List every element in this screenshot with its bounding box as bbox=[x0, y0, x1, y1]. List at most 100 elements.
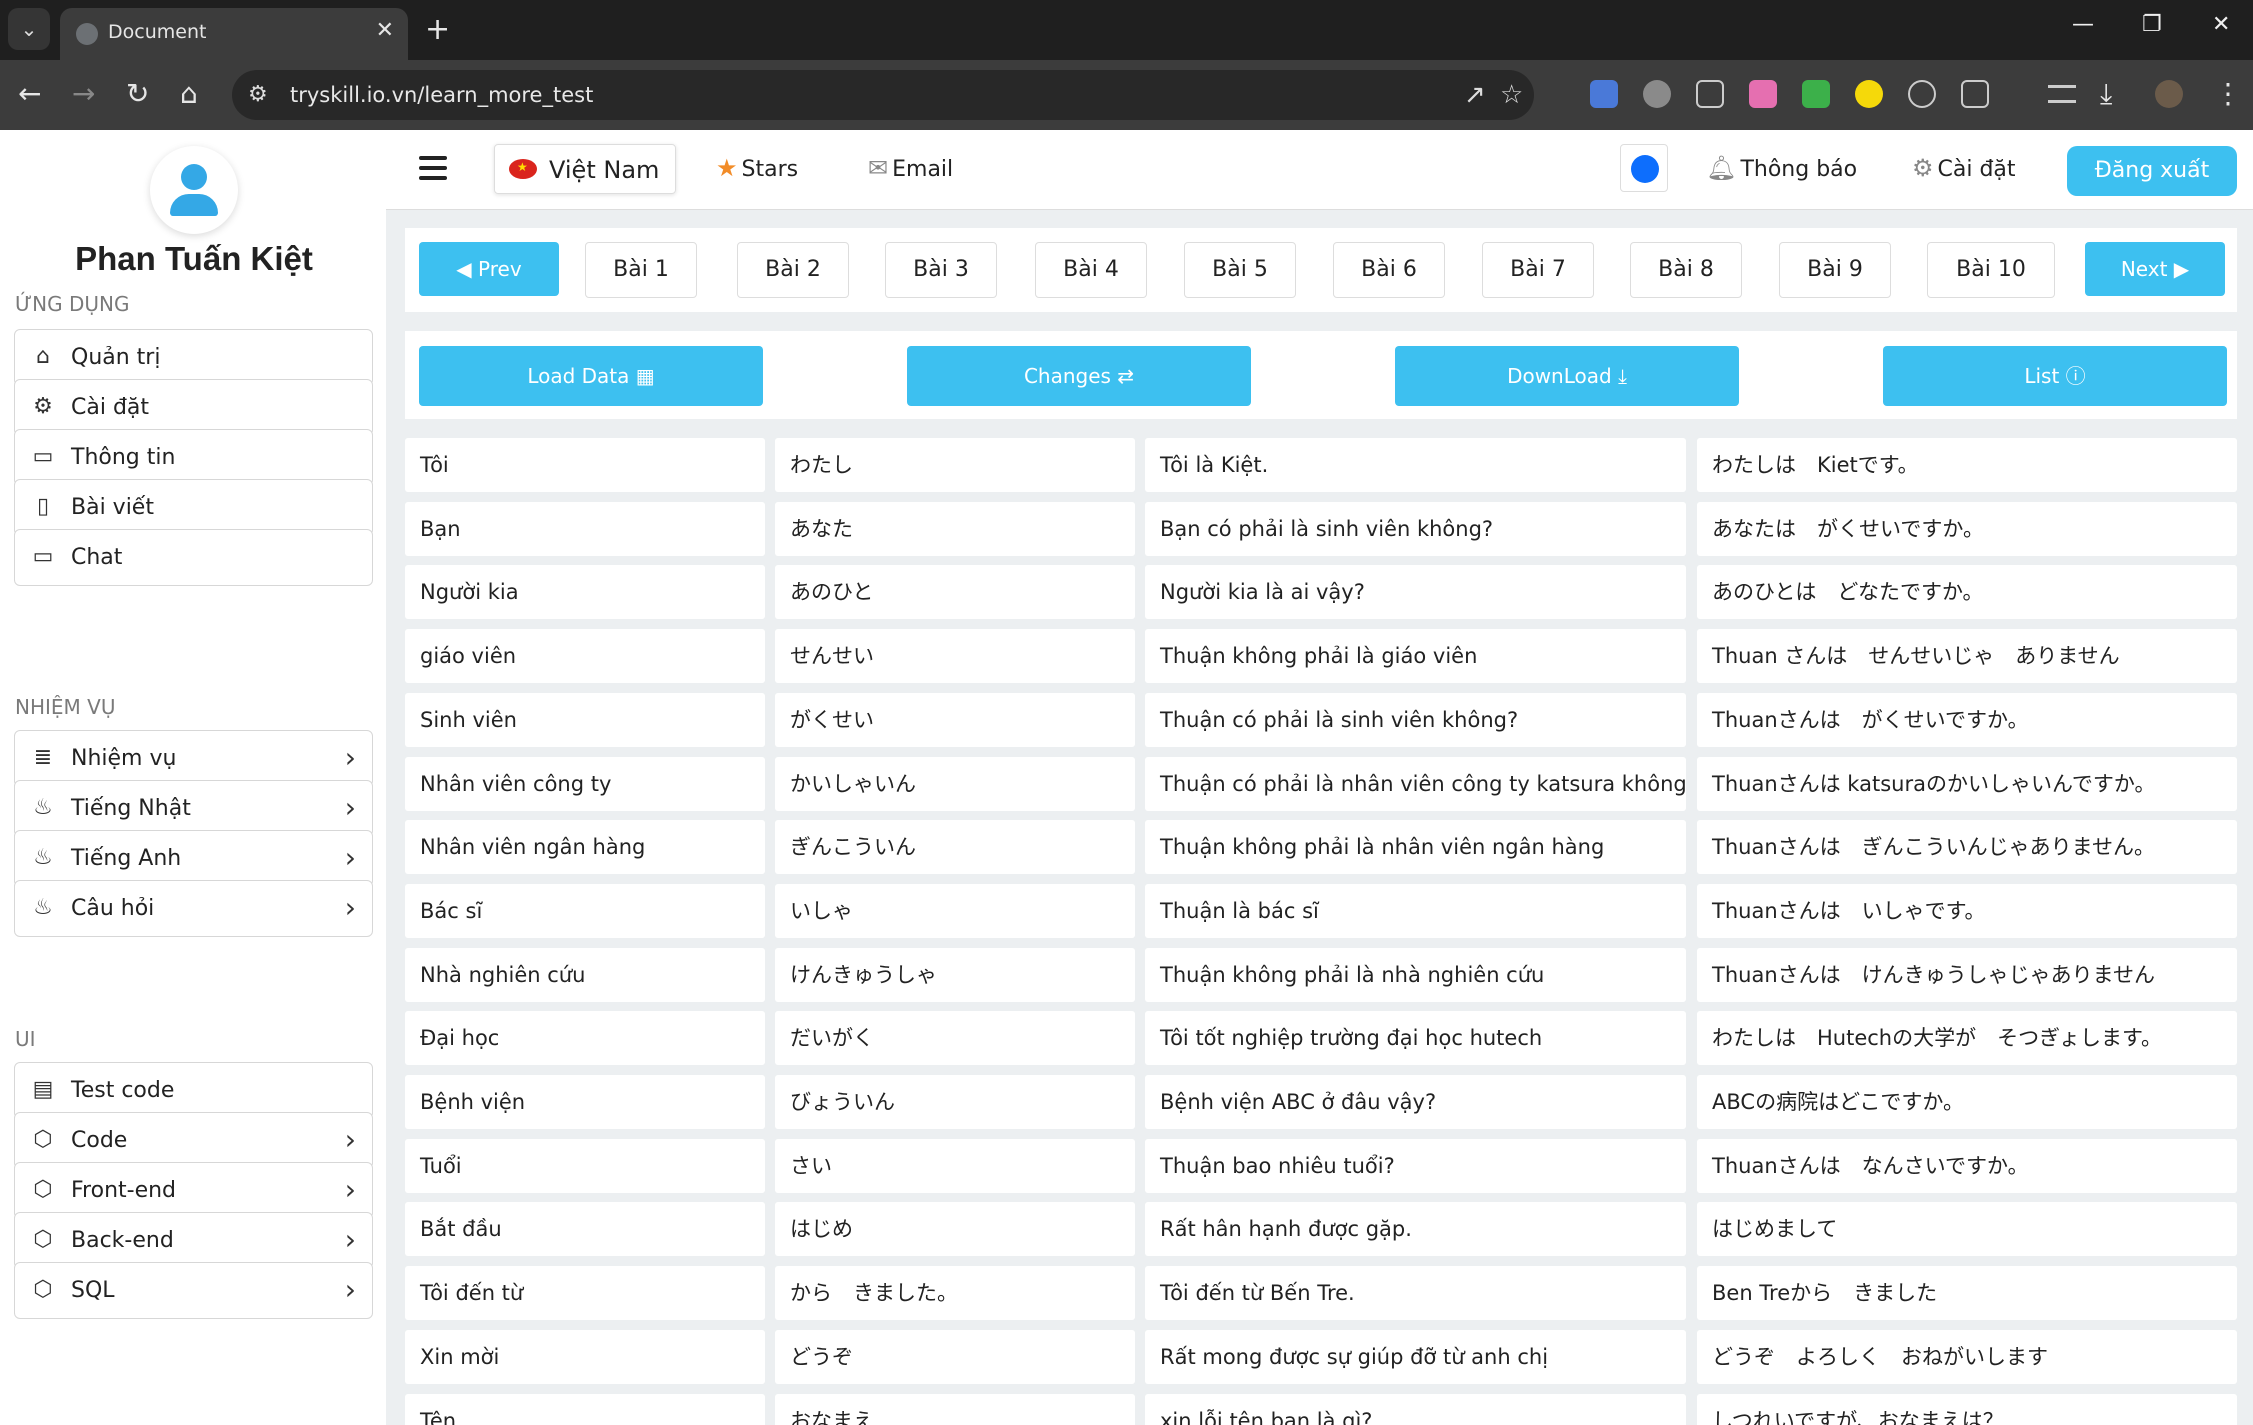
url-text[interactable]: tryskill.io.vn/learn_more_test bbox=[290, 83, 593, 107]
avatar[interactable] bbox=[150, 146, 238, 234]
compass-extension-icon[interactable] bbox=[1908, 80, 1936, 108]
lesson-button-6[interactable]: Bài 6 bbox=[1333, 242, 1445, 298]
site-settings-icon[interactable]: ⚙ bbox=[248, 82, 268, 107]
restore-icon[interactable]: ❐ bbox=[2142, 12, 2162, 37]
sidebar-item-settings[interactable]: ⚙ Cài đặt bbox=[14, 379, 373, 436]
swap-arrows-icon: ⇄ bbox=[1117, 364, 1135, 388]
notifications-label: Thông báo bbox=[1740, 157, 1858, 182]
list-button[interactable]: List ⓘ bbox=[1883, 346, 2227, 406]
lesson-button-10[interactable]: Bài 10 bbox=[1927, 242, 2055, 298]
codepen-icon: ⬡ bbox=[33, 1177, 53, 1202]
sidebar-item-front-end[interactable]: ⬡ Front-end › bbox=[14, 1162, 373, 1219]
tab-search-chevron-icon[interactable]: ⌄ bbox=[8, 8, 50, 50]
sidebar-item-posts[interactable]: ▯ Bài viết bbox=[14, 479, 373, 536]
japanese-word-cell: いしゃ bbox=[775, 883, 1135, 938]
close-window-icon[interactable]: ✕ bbox=[2212, 12, 2230, 37]
vietnamese-sentence-cell: Thuận bao nhiêu tuổi? bbox=[1145, 1138, 1686, 1193]
sidebar-item-info[interactable]: ▭ Thông tin bbox=[14, 429, 373, 486]
sidebar-item-label: Quản trị bbox=[71, 345, 161, 370]
browser-toolbar: ← → ↻ ⌂ ⚙ tryskill.io.vn/learn_more_test… bbox=[0, 60, 2253, 130]
japanese-sentence-cell: Thuanさんは いしゃです。 bbox=[1697, 883, 2237, 938]
hamburger-menu-icon[interactable] bbox=[419, 156, 447, 186]
color-extension-icon[interactable] bbox=[1749, 80, 1777, 108]
lesson-pagination: ◀ Prev Bài 1 Bài 2 Bài 3 Bài 4 Bài 5 Bài… bbox=[405, 228, 2237, 312]
browser-tab[interactable]: Document ✕ bbox=[60, 8, 408, 60]
sidebar-item-test-code[interactable]: ▤ Test code bbox=[14, 1062, 373, 1119]
forward-icon[interactable]: → bbox=[72, 77, 95, 110]
email-label: Email bbox=[892, 157, 954, 182]
address-bar[interactable]: ⚙ tryskill.io.vn/learn_more_test ↗ ☆ bbox=[232, 70, 1534, 120]
lesson-button-5[interactable]: Bài 5 bbox=[1184, 242, 1296, 298]
profile-avatar-icon[interactable] bbox=[2155, 80, 2183, 108]
sidebar-item-japanese[interactable]: ♨ Tiếng Nhật › bbox=[14, 780, 373, 837]
lesson-button-9[interactable]: Bài 9 bbox=[1779, 242, 1891, 298]
sidebar-item-chat[interactable]: ▭ Chat bbox=[14, 529, 373, 586]
back-icon[interactable]: ← bbox=[18, 77, 41, 110]
japanese-sentence-cell: はじめまして bbox=[1697, 1202, 2237, 1257]
sidebar-item-label: Back-end bbox=[71, 1228, 174, 1253]
next-button[interactable]: Next ▶ bbox=[2085, 242, 2225, 296]
more-menu-icon[interactable]: ⋮ bbox=[2214, 77, 2242, 110]
notifications-link[interactable]: 🔔︎ Thông báo bbox=[1706, 154, 1857, 182]
lesson-button-3[interactable]: Bài 3 bbox=[885, 242, 997, 298]
close-tab-icon[interactable]: ✕ bbox=[376, 18, 394, 43]
vietnam-flag-icon bbox=[509, 159, 537, 179]
language-selector[interactable]: Việt Nam bbox=[494, 144, 676, 194]
fire-icon: ♨ bbox=[33, 845, 53, 870]
puzzle-extensions-icon[interactable] bbox=[1961, 80, 1989, 108]
load-data-button[interactable]: Load Data ▦ bbox=[419, 346, 763, 406]
sidebar-item-label: Tiếng Anh bbox=[71, 846, 182, 871]
table-row: Tuổi さい Thuận bao nhiêu tuổi? Thuanさんは なんさい… bbox=[405, 1138, 2237, 1193]
lesson-button-8[interactable]: Bài 8 bbox=[1630, 242, 1742, 298]
vietnamese-word-cell: Tên bbox=[405, 1393, 765, 1425]
yellow-extension-icon[interactable] bbox=[1855, 80, 1883, 108]
translate-extension-icon[interactable] bbox=[1590, 80, 1618, 108]
vietnamese-sentence-cell: Bạn có phải là sinh viên không? bbox=[1145, 501, 1686, 556]
record-extension-icon[interactable] bbox=[1643, 80, 1671, 108]
crop-extension-icon[interactable] bbox=[1696, 80, 1724, 108]
reading-list-icon[interactable] bbox=[2048, 85, 2076, 103]
japanese-word-cell: かいしゃいん bbox=[775, 756, 1135, 811]
chevron-right-icon: › bbox=[344, 1123, 356, 1156]
new-tab-plus-icon[interactable]: + bbox=[425, 12, 450, 47]
email-link[interactable]: ✉ Email bbox=[868, 154, 953, 182]
home-icon[interactable]: ⌂ bbox=[180, 77, 198, 110]
vietnamese-sentence-cell: Bệnh viện ABC ở đâu vậy? bbox=[1145, 1075, 1686, 1129]
japanese-sentence-cell: あのひとは どなたですか。 bbox=[1697, 565, 2237, 620]
lesson-button-7[interactable]: Bài 7 bbox=[1482, 242, 1594, 298]
japanese-sentence-cell: Thuanさんは なんさいですか。 bbox=[1697, 1138, 2237, 1193]
settings-link[interactable]: ⚙ Cài đặt bbox=[1912, 154, 2016, 182]
japanese-sentence-cell: Thuanさんは katsuraのかいしゃいんですか。 bbox=[1697, 756, 2237, 811]
sidebar-item-back-end[interactable]: ⬡ Back-end › bbox=[14, 1212, 373, 1269]
sidebar-item-english[interactable]: ♨ Tiếng Anh › bbox=[14, 830, 373, 887]
japanese-sentence-cell: ABCの病院はどこですか。 bbox=[1697, 1075, 2237, 1129]
layers-icon: ≣ bbox=[33, 745, 53, 770]
sidebar-item-sql[interactable]: ⬡ SQL › bbox=[14, 1262, 373, 1319]
vietnamese-word-cell: Sinh viên bbox=[405, 692, 765, 747]
logout-button[interactable]: Đăng xuất bbox=[2067, 146, 2237, 196]
theme-color-button[interactable] bbox=[1620, 144, 1668, 192]
minimize-icon[interactable]: — bbox=[2072, 12, 2094, 37]
arrow-right-circle-icon: ▶ bbox=[2167, 257, 2190, 281]
prev-button[interactable]: ◀ Prev bbox=[419, 242, 559, 296]
envelope-icon: ✉ bbox=[868, 154, 889, 182]
bookmark-star-icon[interactable]: ☆ bbox=[1500, 80, 1523, 110]
changes-button[interactable]: Changes ⇄ bbox=[907, 346, 1251, 406]
table-row: Tôi わたし Tôi là Kiệt. わたしは Kietです。 bbox=[405, 438, 2237, 492]
sidebar-item-admin[interactable]: ⌂ Quản trị bbox=[14, 329, 373, 386]
download-button[interactable]: DownLoad ⤓ bbox=[1395, 346, 1739, 406]
reload-icon[interactable]: ↻ bbox=[126, 77, 149, 110]
lesson-button-1[interactable]: Bài 1 bbox=[585, 242, 697, 298]
sidebar-item-questions[interactable]: ♨ Câu hỏi › bbox=[14, 880, 373, 937]
green-extension-icon[interactable] bbox=[1802, 80, 1830, 108]
download-icon[interactable]: ⤓ bbox=[2100, 77, 2112, 111]
open-in-app-icon[interactable]: ↗ bbox=[1464, 80, 1486, 110]
lesson-button-4[interactable]: Bài 4 bbox=[1035, 242, 1147, 298]
next-label: Next bbox=[2120, 257, 2168, 281]
lesson-button-2[interactable]: Bài 2 bbox=[737, 242, 849, 298]
browser-tab-bar: ⌄ Document ✕ + — ❐ ✕ bbox=[0, 0, 2253, 60]
list-label: List bbox=[2024, 364, 2060, 388]
sidebar-item-code[interactable]: ⬡ Code › bbox=[14, 1112, 373, 1169]
sidebar-item-tasks[interactable]: ≣ Nhiệm vụ › bbox=[14, 730, 373, 787]
stars-link[interactable]: ★ Stars bbox=[716, 154, 798, 182]
